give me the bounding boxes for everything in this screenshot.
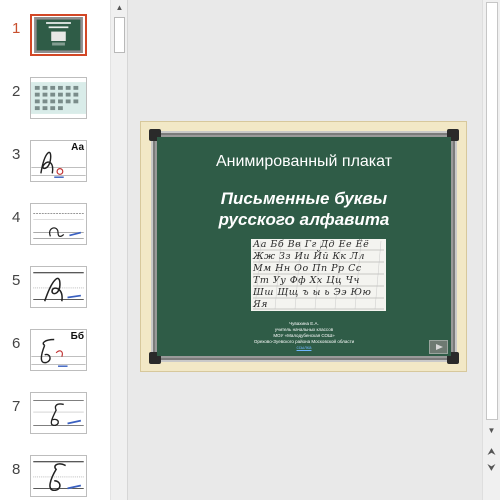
slide-number: 7: [12, 398, 21, 415]
current-slide[interactable]: Анимированный плакат Письменные буквы ру…: [140, 121, 467, 372]
slide-thumbnail-6[interactable]: 6 Бб: [0, 329, 110, 385]
slide-preview[interactable]: [30, 14, 87, 56]
alphabet-row: Тт Уу Фф Хх Цц Чч: [253, 275, 360, 286]
slide-editing-area: Анимированный плакат Письменные буквы ру…: [128, 0, 482, 500]
alphabet-row: Мм Нн Оо Пп Рр Сс: [253, 263, 362, 274]
slide-number: 6: [12, 335, 21, 352]
author-credits[interactable]: Чувахина Е.А. учитель начальных классов …: [157, 321, 451, 351]
alphabet-text: Аа Бб Вв Гг Дд Ее Ёё Жж Зз Ии Йй Кк Лл М…: [253, 239, 384, 311]
chalkboard-frame: Анимированный плакат Письменные буквы ру…: [149, 129, 459, 364]
cursive-alphabet-image[interactable]: Аа Бб Вв Гг Дд Ее Ёё Жж Зз Ии Йй Кк Лл М…: [251, 239, 386, 311]
subtitle-line-1: Письменные буквы: [220, 189, 388, 208]
slide-thumbnail-2[interactable]: 2: [0, 77, 110, 133]
alphabet-row: Яя: [253, 299, 268, 310]
slide-preview[interactable]: [30, 203, 87, 245]
slide-number: 4: [12, 209, 21, 226]
thumb-letter-big-a-graphic: [31, 267, 86, 307]
slide-scrollbar[interactable]: ▼ ⮝ ⮟: [482, 0, 500, 500]
thumb-letter-big-b-graphic: [31, 456, 86, 496]
slide-thumbnail-8[interactable]: 8: [0, 455, 110, 500]
slide-number: 3: [12, 146, 21, 163]
slide-subtitle[interactable]: Письменные буквы русского алфавита: [157, 188, 451, 230]
play-button-icon[interactable]: [429, 340, 448, 354]
slide-number: 5: [12, 272, 21, 289]
slide-preview[interactable]: Аа: [30, 140, 87, 182]
thumb-board-graphic: [34, 17, 83, 53]
slide-number: 8: [12, 461, 21, 478]
thumb-letter-label: Аа: [71, 142, 84, 153]
alphabet-row: Жж Зз Ии Йй Кк Лл: [253, 251, 365, 262]
next-slide-icon[interactable]: ⮟: [483, 462, 500, 476]
slide-thumbnail-1[interactable]: 1: [0, 14, 110, 70]
powerpoint-window: 1 2 3 Аа 4 5 6 Бб 7 8 ▲ Анимированный пл…: [0, 0, 500, 500]
slide-preview[interactable]: [30, 77, 87, 119]
alphabet-row: Шш Щщ ъ ы ь Ээ Юю: [253, 287, 372, 298]
slide-thumbnail-7[interactable]: 7: [0, 392, 110, 448]
slide-preview[interactable]: [30, 392, 87, 434]
slide-title[interactable]: Анимированный плакат: [157, 153, 451, 171]
thumb-lines-b-graphic: [31, 393, 86, 433]
scrollbar-handle[interactable]: [114, 17, 125, 53]
thumbnail-scrollbar[interactable]: ▲: [110, 0, 128, 500]
scrollbar-handle[interactable]: [486, 2, 498, 420]
scroll-down-arrow-icon[interactable]: ▼: [483, 424, 500, 438]
thumb-lines-a-graphic: [31, 204, 86, 244]
slide-thumbnail-4[interactable]: 4: [0, 203, 110, 259]
subtitle-line-2: русского алфавита: [218, 210, 390, 229]
slide-thumbnail-3[interactable]: 3 Аа: [0, 140, 110, 196]
slide-thumbnail-pane: 1 2 3 Аа 4 5 6 Бб 7 8: [0, 0, 110, 500]
alphabet-row: Аа Бб Вв Гг Дд Ее Ёё: [253, 239, 370, 250]
slide-preview[interactable]: Бб: [30, 329, 87, 371]
author-link[interactable]: ссылка: [157, 345, 451, 351]
slide-number: 1: [12, 20, 21, 37]
previous-slide-icon[interactable]: ⮝: [483, 446, 500, 460]
slide-thumbnail-5[interactable]: 5: [0, 266, 110, 322]
slide-number: 2: [12, 83, 21, 100]
slide-preview[interactable]: [30, 455, 87, 497]
scroll-up-arrow-icon[interactable]: ▲: [111, 0, 128, 16]
slide-preview[interactable]: [30, 266, 87, 308]
thumb-grid-graphic: [31, 82, 86, 114]
thumb-letter-label: Бб: [70, 331, 84, 342]
chalkboard: Анимированный плакат Письменные буквы ру…: [157, 137, 451, 356]
